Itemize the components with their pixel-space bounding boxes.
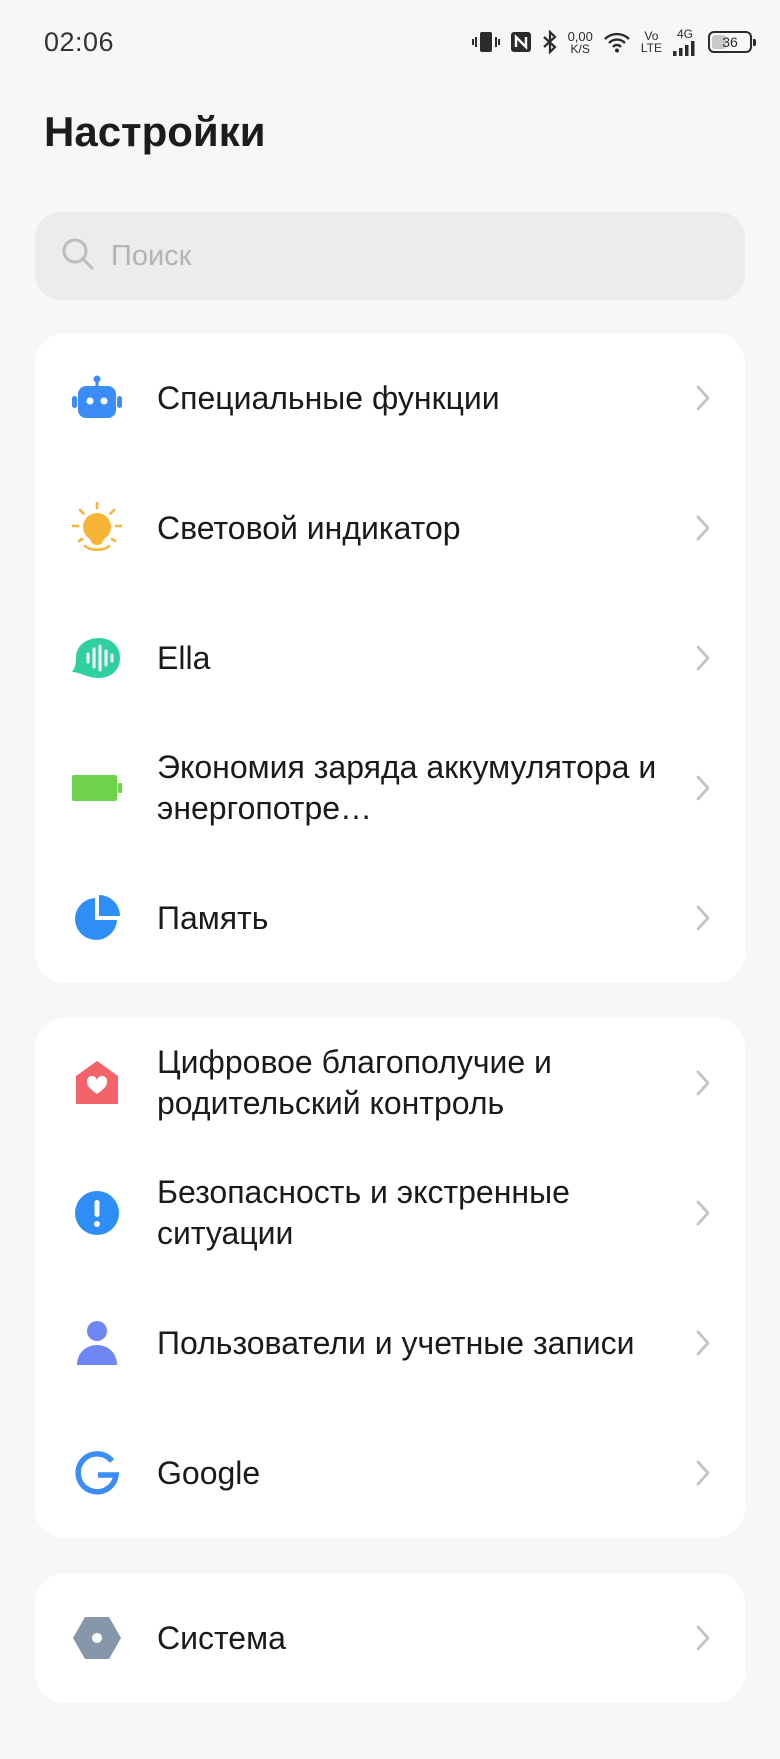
bluetooth-icon (542, 30, 558, 54)
settings-item-storage[interactable]: Память (35, 853, 745, 983)
chevron-right-icon (695, 384, 711, 417)
voice-assistant-icon (69, 630, 125, 686)
chevron-right-icon (695, 1199, 711, 1232)
signal-bars-icon (673, 41, 695, 56)
network-speed: 0,00 K/S (567, 28, 593, 56)
chevron-right-icon (695, 514, 711, 547)
status-bar: 02:06 0,00 K/S Vo LTE 4G 36 (0, 0, 780, 84)
settings-item-label: Пользователи и учетные записи (157, 1324, 635, 1361)
settings-item-ella[interactable]: Ella (35, 593, 745, 723)
light-bulb-icon (69, 500, 125, 556)
search-bar[interactable] (35, 212, 745, 300)
settings-item-label: Световой индикатор (157, 509, 461, 546)
settings-item-label: Ella (157, 639, 211, 676)
battery-indicator: 36 (708, 31, 756, 53)
google-icon (69, 1445, 125, 1501)
settings-item-led-indicator[interactable]: Световой индикатор (35, 463, 745, 593)
chevron-right-icon (695, 1459, 711, 1492)
search-icon (61, 237, 95, 276)
battery-icon (69, 760, 125, 816)
settings-item-label: Система (157, 1619, 286, 1656)
system-hexagon-icon (69, 1610, 125, 1666)
signal-indicator: 4G (672, 28, 698, 56)
settings-item-label: Специальные функции (157, 379, 500, 416)
volte-indicator: Vo LTE (640, 29, 662, 55)
chevron-right-icon (695, 1329, 711, 1362)
search-input[interactable] (111, 239, 671, 273)
alert-icon (69, 1185, 125, 1241)
settings-item-digital-wellbeing[interactable]: Цифровое благополучие и родительский кон… (35, 1018, 745, 1148)
chevron-right-icon (695, 904, 711, 937)
vibrate-icon (471, 30, 500, 54)
settings-group-1: Специальные функции Световой индикатор E… (35, 333, 745, 983)
settings-item-label: Безопасность и экстренные ситуации (157, 1174, 570, 1251)
settings-group-2: Цифровое благополучие и родительский кон… (35, 1018, 745, 1538)
settings-item-safety-emergency[interactable]: Безопасность и экстренные ситуации (35, 1148, 745, 1278)
chevron-right-icon (695, 644, 711, 677)
wellbeing-house-icon (69, 1055, 125, 1111)
page-title: Настройки (44, 108, 266, 155)
chevron-right-icon (695, 1624, 711, 1657)
settings-item-label: Google (157, 1454, 261, 1491)
user-icon (69, 1315, 125, 1371)
settings-item-users-accounts[interactable]: Пользователи и учетные записи (35, 1278, 745, 1408)
settings-item-system[interactable]: Система (35, 1573, 745, 1703)
chevron-right-icon (695, 774, 711, 807)
status-icons: 0,00 K/S Vo LTE 4G 36 (471, 28, 756, 56)
settings-group-3: Система (35, 1573, 745, 1703)
storage-pie-icon (69, 890, 125, 946)
settings-item-battery[interactable]: Экономия заряда аккумулятора и энергопот… (35, 723, 745, 853)
nfc-icon (510, 31, 532, 53)
wifi-icon (603, 31, 631, 53)
settings-item-google[interactable]: Google (35, 1408, 745, 1538)
settings-item-label: Экономия заряда аккумулятора и энергопот… (157, 749, 657, 826)
settings-item-accessibility[interactable]: Специальные функции (35, 333, 745, 463)
settings-item-label: Цифровое благополучие и родительский кон… (157, 1044, 552, 1121)
chevron-right-icon (695, 1069, 711, 1102)
clock: 02:06 (44, 26, 115, 57)
settings-item-label: Память (157, 899, 269, 936)
robot-icon (69, 370, 125, 426)
